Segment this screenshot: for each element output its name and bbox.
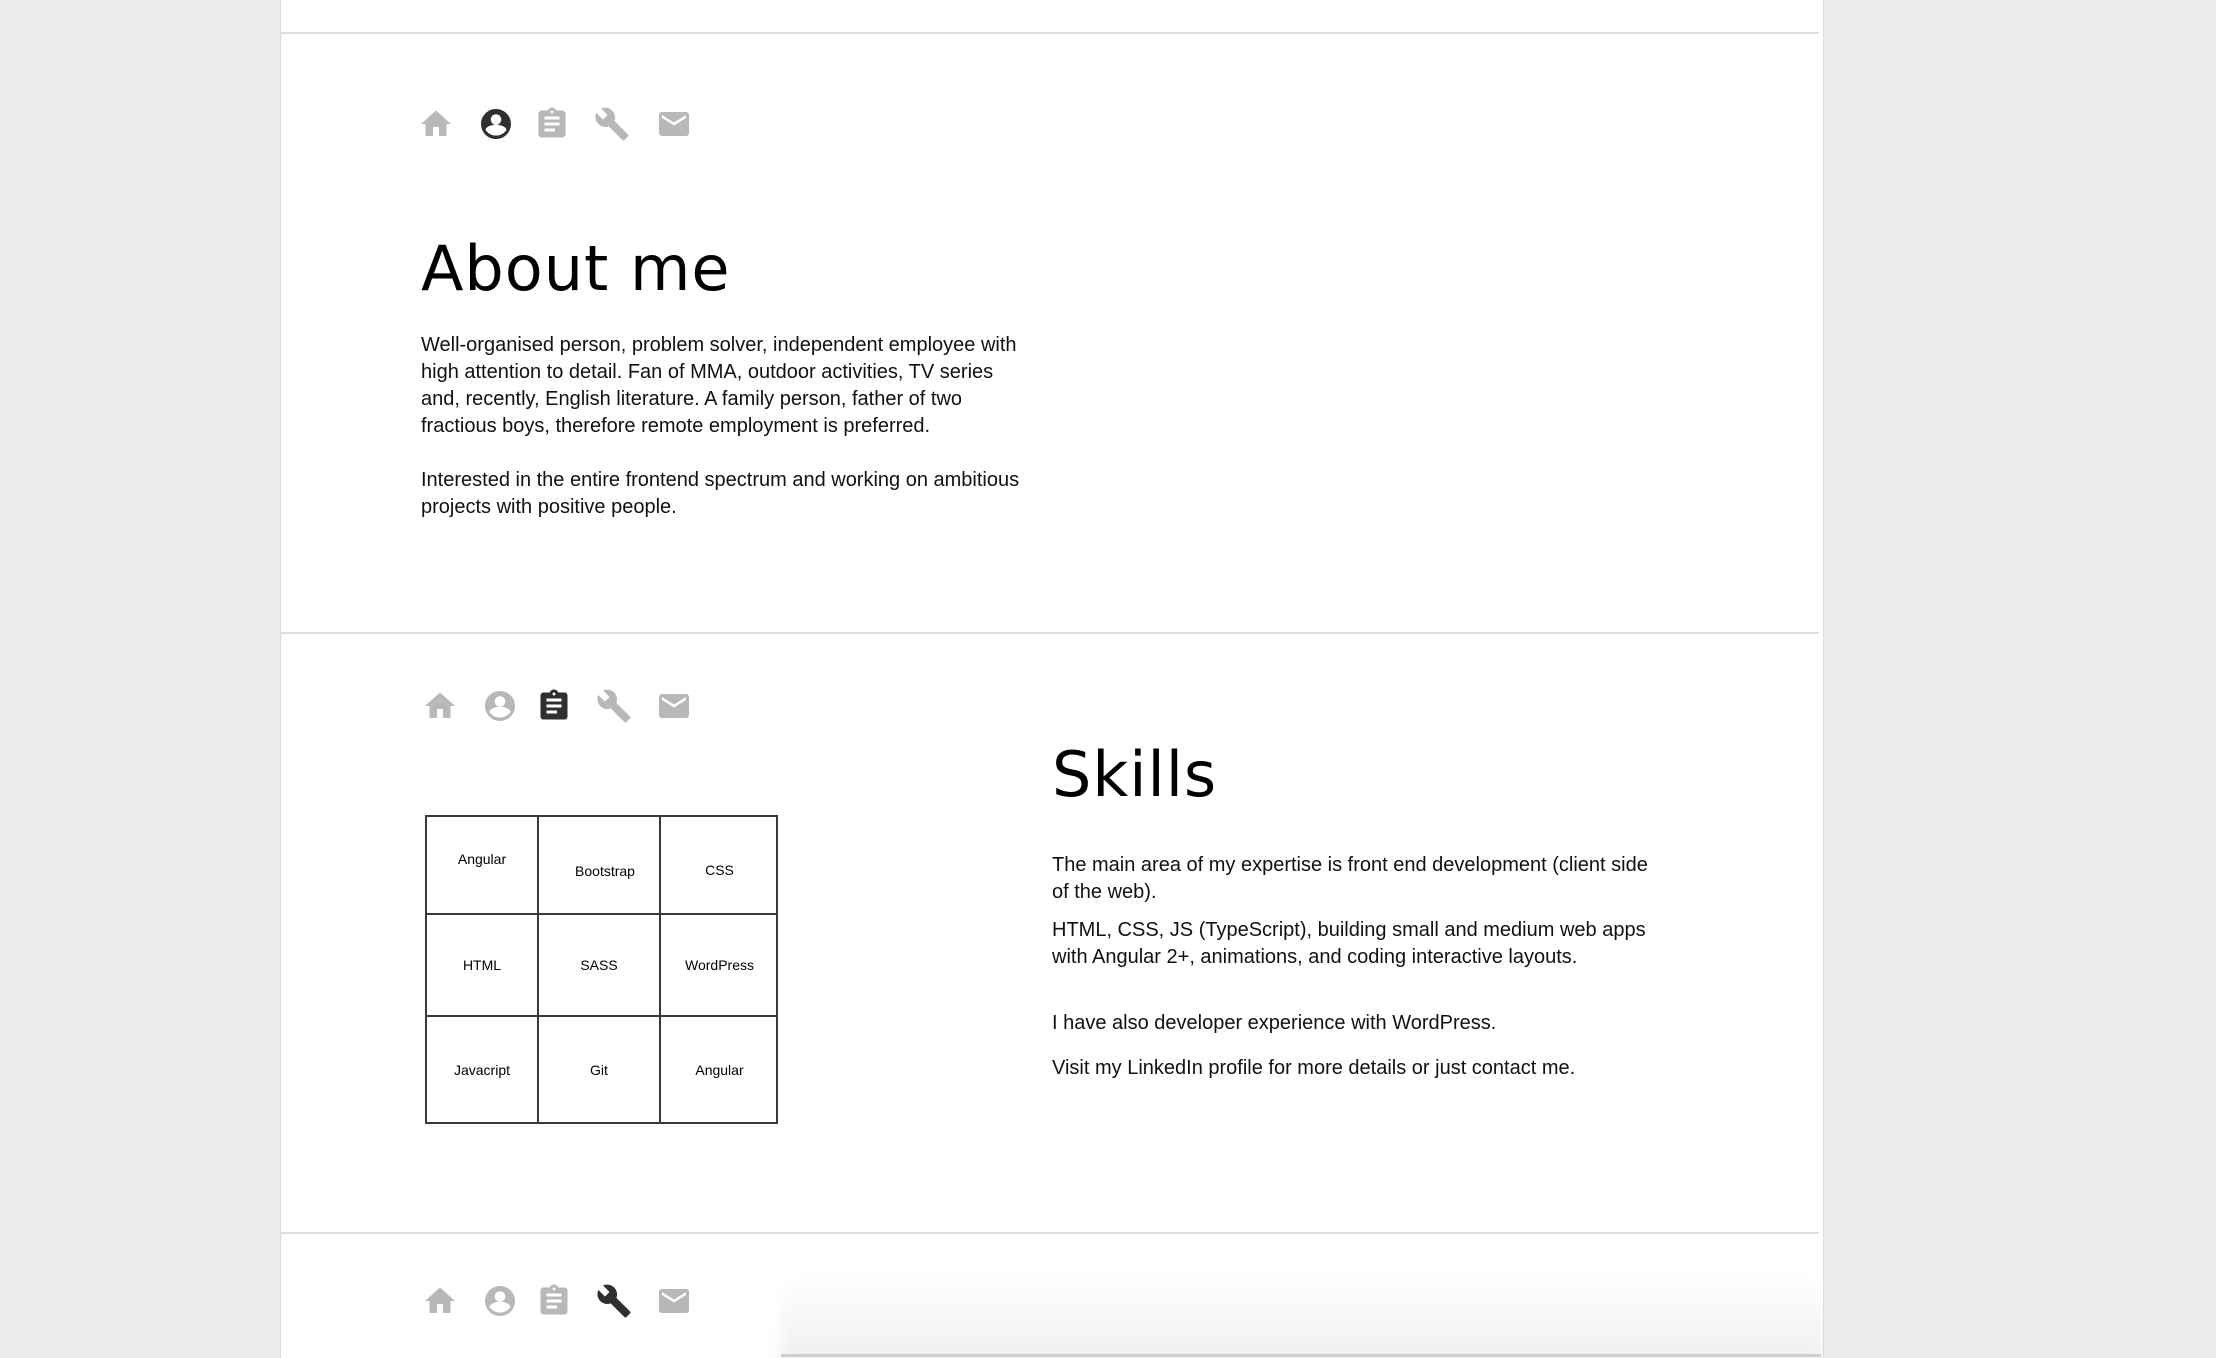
account-circle-icon[interactable] [478,106,514,142]
about-paragraph: Well-organised person, problem solver, i… [421,334,1017,437]
mail-icon[interactable] [656,1283,692,1319]
skill-cell: Bootstrap [539,817,661,915]
skills-paragraph: I have also developer experience with Wo… [1052,1012,1497,1034]
account-circle-icon[interactable] [482,688,518,724]
mail-icon[interactable] [656,106,692,142]
skill-cell: Angular [427,817,539,915]
mail-icon[interactable] [656,688,692,724]
projects-nav [422,1283,692,1319]
section-divider [281,1232,1819,1234]
wrench-icon[interactable] [596,1283,632,1319]
skill-cell: WordPress [661,915,778,1017]
skills-nav [422,688,692,724]
skills-title: Skills [1052,738,1218,811]
card-edge [781,1354,1821,1357]
about-paragraph: Interested in the entire frontend spectr… [421,469,1020,518]
wrench-icon[interactable] [594,106,630,142]
wrench-icon[interactable] [596,688,632,724]
skills-grid: Angular Bootstrap CSS HTML SASS WordPres… [425,815,778,1124]
about-title: About me [421,232,731,305]
page: About me Well-organised person, problem … [280,0,1824,1358]
home-icon[interactable] [422,1283,458,1319]
skills-paragraph: The main area of my expertise is front e… [1052,854,1648,903]
skills-paragraph: Visit my LinkedIn profile for more detai… [1052,1057,1576,1079]
home-icon[interactable] [422,688,458,724]
clipboard-icon[interactable] [536,688,572,724]
card-shadow [781,1270,1823,1358]
section-divider [281,32,1819,34]
account-circle-icon[interactable] [482,1283,518,1319]
skill-cell: Javacript [427,1017,539,1122]
skill-cell: Angular [695,1061,744,1078]
about-nav [418,106,692,142]
skill-cell: HTML [427,915,539,1017]
skill-cell: CSS [661,817,778,915]
section-divider [281,632,1819,634]
home-icon[interactable] [418,106,454,142]
clipboard-icon[interactable] [536,1283,572,1319]
clipboard-icon[interactable] [534,106,570,142]
skills-paragraph: HTML, CSS, JS (TypeScript), building sma… [1052,919,1646,968]
skill-cell: SASS [539,915,661,1017]
skill-cell: Git [539,1017,661,1122]
